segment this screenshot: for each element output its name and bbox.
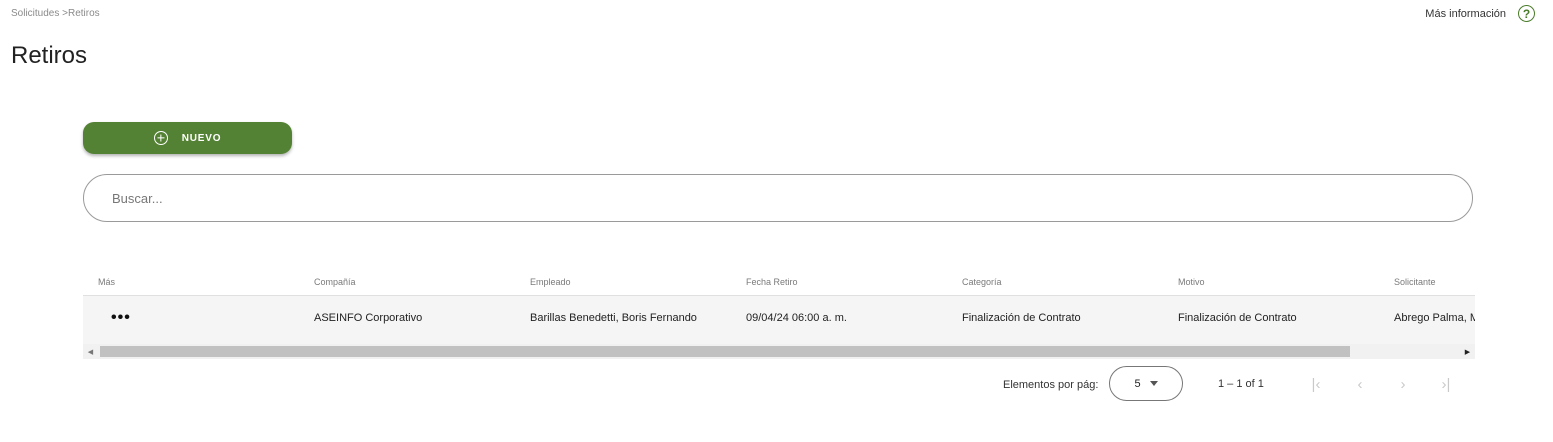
data-table: Más Compañía Empleado Fecha Retiro Categ… [83,268,1475,359]
cell-categoria: Finalización de Contrato [962,312,1081,324]
cell-motivo: Finalización de Contrato [1178,312,1297,324]
cell-fecha-retiro: 09/04/24 06:00 a. m. [746,312,847,324]
new-button-label: NUEVO [181,132,222,144]
first-page-icon[interactable]: |‹ [1306,374,1326,394]
breadcrumb: Solicitudes >Retiros [11,8,100,19]
scroll-right-icon[interactable]: ▶ [1460,344,1475,359]
previous-page-icon[interactable]: ‹ [1350,374,1370,394]
next-page-icon[interactable]: › [1393,374,1413,394]
column-header-compania[interactable]: Compañía [314,277,356,287]
column-header-categoria[interactable]: Categoría [962,277,1002,287]
help-label[interactable]: Más información [1425,8,1506,20]
more-options-icon[interactable]: ••• [111,310,131,326]
last-page-icon[interactable]: ›| [1436,374,1456,394]
column-header-empleado[interactable]: Empleado [530,277,571,287]
page-title: Retiros [11,42,88,69]
page-range: 1 – 1 of 1 [1218,378,1264,390]
add-circle-icon [153,131,168,145]
column-header-mas[interactable]: Más [98,277,115,287]
scroll-left-icon[interactable]: ◀ [83,344,98,359]
new-button[interactable]: NUEVO [83,122,292,154]
help-link[interactable]: Más información ? [1425,5,1535,22]
column-header-solicitante[interactable]: Solicitante [1394,277,1436,287]
chevron-down-icon [1149,381,1158,386]
column-header-motivo[interactable]: Motivo [1178,277,1205,287]
table-header: Más Compañía Empleado Fecha Retiro Categ… [83,268,1475,296]
table-row[interactable]: ••• ASEINFO Corporativo Barillas Benedet… [83,296,1475,344]
horizontal-scrollbar[interactable]: ◀ ▶ [83,344,1475,359]
question-icon[interactable]: ? [1518,5,1535,22]
per-page-value: 5 [1134,377,1141,390]
cell-solicitante: Abrego Palma, M [1394,312,1475,324]
search-input[interactable] [83,174,1473,222]
cell-empleado: Barillas Benedetti, Boris Fernando [530,312,697,324]
column-header-fecha-retiro[interactable]: Fecha Retiro [746,277,798,287]
paginator: Elementos por pág: 5 1 – 1 of 1 |‹ ‹ › ›… [1000,366,1470,403]
cell-compania: ASEINFO Corporativo [314,312,423,324]
scrollbar-thumb[interactable] [100,346,1350,357]
per-page-select[interactable]: 5 [1109,366,1183,401]
per-page-label: Elementos por pág: [1003,379,1099,391]
